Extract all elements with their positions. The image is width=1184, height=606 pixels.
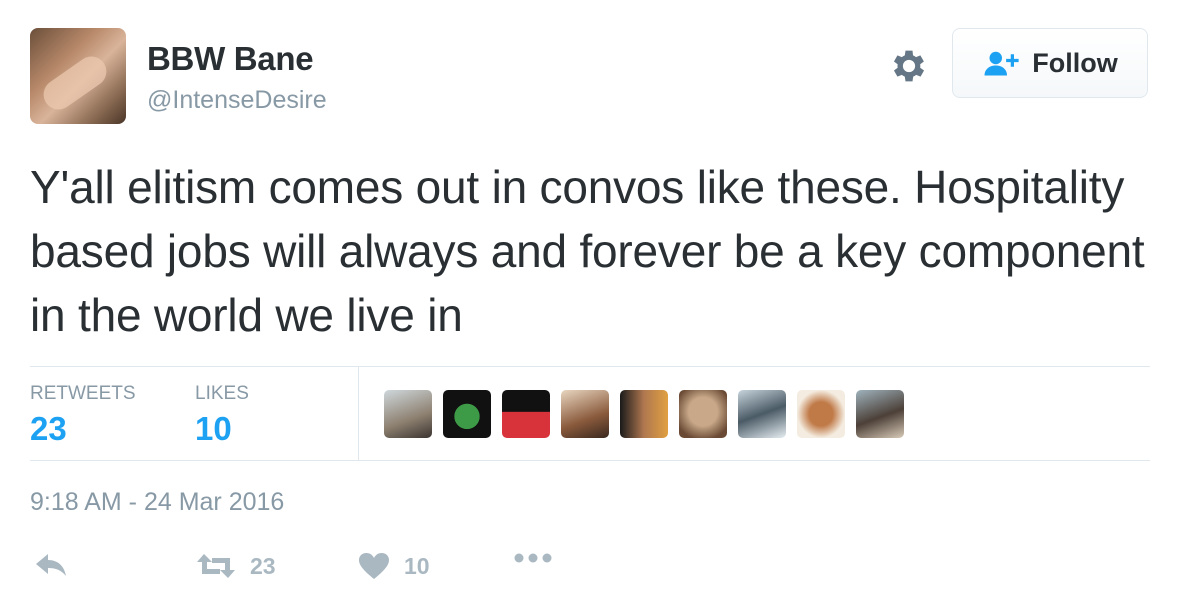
reply-icon: [36, 554, 66, 576]
divider: [30, 366, 1150, 367]
liker-avatar[interactable]: [797, 390, 845, 438]
follow-button[interactable]: Follow: [952, 28, 1148, 98]
retweets-count[interactable]: 23: [30, 410, 67, 448]
divider: [30, 460, 1150, 461]
like-button[interactable]: 10: [358, 552, 430, 580]
retweet-button[interactable]: 23: [196, 552, 276, 580]
liker-avatar[interactable]: [856, 390, 904, 438]
avatar[interactable]: [30, 28, 126, 124]
more-icon: [514, 553, 552, 563]
liker-avatar[interactable]: [679, 390, 727, 438]
retweet-icon: [197, 554, 235, 578]
tweet-timestamp[interactable]: 9:18 AM - 24 Mar 2016: [30, 488, 284, 517]
like-count: 10: [404, 552, 430, 579]
liker-avatar[interactable]: [502, 390, 550, 438]
retweet-count: 23: [250, 552, 276, 579]
retweets-label: RETWEETS: [30, 383, 136, 404]
heart-icon: [359, 553, 389, 579]
follow-person-icon: [984, 51, 1019, 76]
display-name[interactable]: BBW Bane: [147, 40, 314, 78]
reply-button[interactable]: [34, 552, 68, 578]
likes-count[interactable]: 10: [195, 410, 232, 448]
likes-label: LIKES: [195, 383, 249, 404]
user-handle[interactable]: @IntenseDesire: [147, 86, 327, 115]
liker-avatar[interactable]: [738, 390, 786, 438]
liker-avatar[interactable]: [561, 390, 609, 438]
liker-avatar[interactable]: [620, 390, 668, 438]
follow-label: Follow: [1032, 47, 1118, 78]
tweet-text: Y'all elitism comes out in convos like t…: [30, 161, 1145, 341]
gear-icon[interactable]: [888, 45, 930, 87]
liker-avatar[interactable]: [384, 390, 432, 438]
liker-avatars: [384, 390, 904, 438]
liker-avatar[interactable]: [443, 390, 491, 438]
more-button[interactable]: [514, 552, 552, 564]
divider: [358, 367, 359, 460]
